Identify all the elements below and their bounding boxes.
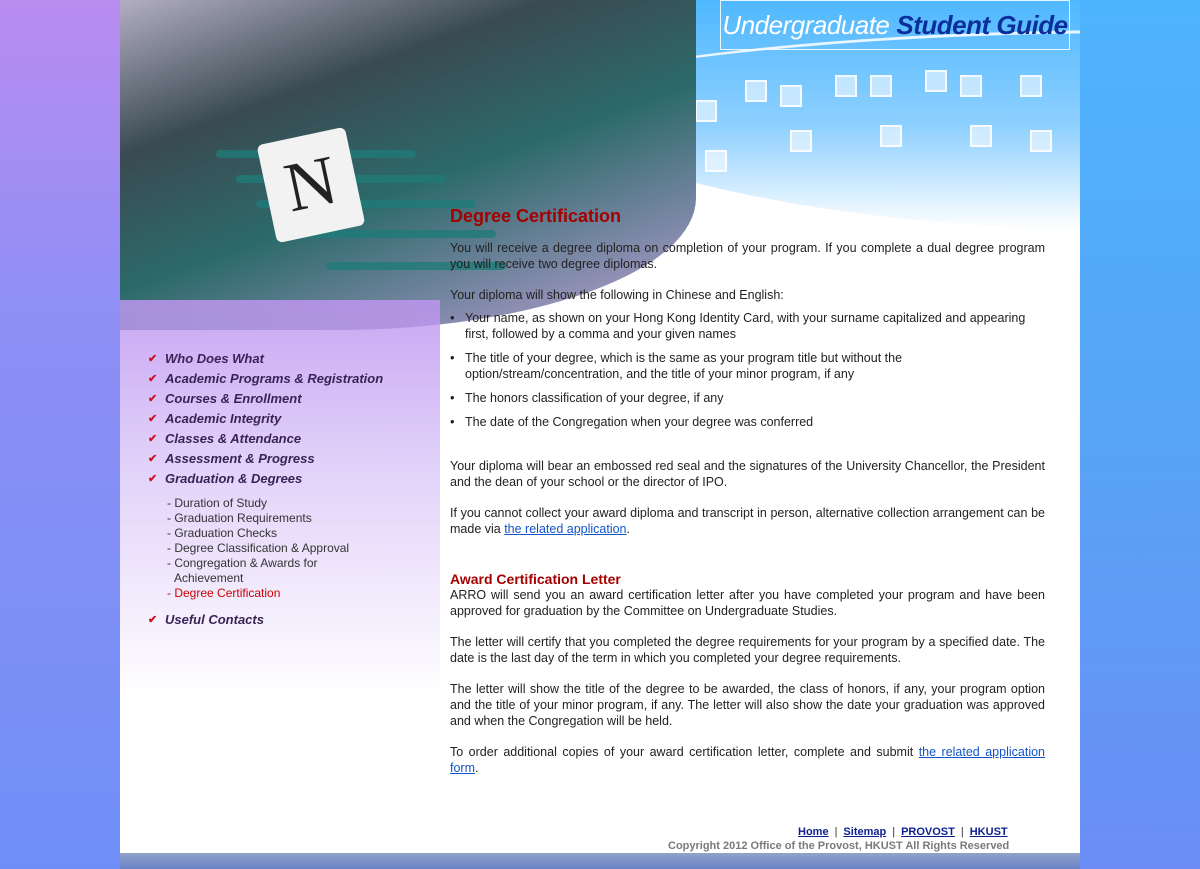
footer-separator: | [960, 826, 964, 838]
page-container: N Undergraduate Student Guide ✔ Who Does… [120, 0, 1080, 855]
nav-item-assessment-progress[interactable]: ✔ Assessment & Progress [148, 448, 428, 468]
nav-item-label: Graduation & Degrees [165, 470, 303, 486]
main-content: Degree Certification You will receive a … [450, 206, 1045, 791]
checkmark-icon: ✔ [148, 352, 158, 365]
paragraph: You will receive a degree diploma on com… [450, 241, 1045, 271]
paragraph: Your diploma will show the following in … [450, 288, 784, 302]
nav-item-label: Useful Contacts [165, 611, 264, 627]
sub-nav: - Duration of Study - Graduation Require… [167, 496, 428, 601]
footer-separator: | [892, 826, 896, 838]
sub-nav-congregation-awards[interactable]: - Congregation & Awards for Achievement [167, 556, 428, 586]
checkmark-icon: ✔ [148, 472, 158, 485]
list-item: The date of the Congregation when your d… [450, 414, 1045, 430]
page-title: Degree Certification [450, 206, 622, 226]
nav-item-label: Courses & Enrollment [165, 390, 302, 406]
paragraph: ARRO will send you an award certificatio… [450, 588, 1045, 618]
nav-item-who-does-what[interactable]: ✔ Who Does What [148, 348, 428, 368]
paragraph: The letter will certify that you complet… [450, 635, 1045, 665]
page-bottom-shadow [120, 853, 1080, 869]
list-item: Your name, as shown on your Hong Kong Id… [450, 310, 1045, 342]
list-item: The honors classification of your degree… [450, 390, 1045, 406]
paragraph: If you cannot collect your award diploma… [450, 505, 1045, 537]
checkmark-icon: ✔ [148, 613, 158, 626]
copyright: Copyright 2012 Office of the Provost, HK… [668, 840, 1010, 852]
nav-item-courses-enrollment[interactable]: ✔ Courses & Enrollment [148, 388, 428, 408]
list-item: The title of your degree, which is the s… [450, 350, 1045, 382]
site-title: Undergraduate Student Guide [720, 0, 1070, 50]
diploma-details-list: Your name, as shown on your Hong Kong Id… [450, 310, 1045, 430]
sidebar-nav: ✔ Who Does What ✔ Academic Programs & Re… [148, 348, 428, 629]
nav-item-label: Academic Programs & Registration [165, 370, 384, 386]
left-background [0, 0, 120, 869]
checkmark-icon: ✔ [148, 452, 158, 465]
footer-hkust-link[interactable]: HKUST [970, 826, 1008, 838]
paragraph: The letter will show the title of the de… [450, 682, 1045, 728]
chair-letter-card: N [256, 126, 366, 244]
footer-separator: | [834, 826, 838, 838]
nav-item-label: Who Does What [165, 350, 264, 366]
nav-item-label: Assessment & Progress [165, 450, 315, 466]
section-heading: Award Certification Letter [450, 571, 621, 587]
nav-item-useful-contacts[interactable]: ✔ Useful Contacts [148, 609, 428, 629]
sub-nav-degree-certification[interactable]: - Degree Certification [167, 586, 428, 601]
site-title-bold: Student Guide [896, 9, 1068, 40]
paragraph-text: . [626, 522, 630, 536]
sub-nav-graduation-checks[interactable]: - Graduation Checks [167, 526, 428, 541]
nav-item-label: Academic Integrity [165, 410, 282, 426]
related-application-link[interactable]: the related application [504, 522, 626, 536]
paragraph: To order additional copies of your award… [450, 744, 1045, 776]
footer-links: Home | Sitemap | PROVOST | HKUST [798, 826, 1068, 838]
checkmark-icon: ✔ [148, 432, 158, 445]
footer-home-link[interactable]: Home [798, 826, 829, 838]
paragraph: Your diploma will bear an embossed red s… [450, 459, 1045, 489]
footer-sitemap-link[interactable]: Sitemap [843, 826, 886, 838]
footer-provost-link[interactable]: PROVOST [901, 826, 955, 838]
paragraph-text: To order additional copies of your award… [450, 745, 919, 759]
nav-item-academic-programs[interactable]: ✔ Academic Programs & Registration [148, 368, 428, 388]
checkmark-icon: ✔ [148, 392, 158, 405]
sub-nav-graduation-requirements[interactable]: - Graduation Requirements [167, 511, 428, 526]
sub-nav-label-continued: Achievement [174, 571, 244, 585]
checkmark-icon: ✔ [148, 412, 158, 425]
checkmark-icon: ✔ [148, 372, 158, 385]
sub-nav-duration-of-study[interactable]: - Duration of Study [167, 496, 428, 511]
nav-item-graduation-degrees[interactable]: ✔ Graduation & Degrees [148, 468, 428, 488]
nav-item-academic-integrity[interactable]: ✔ Academic Integrity [148, 408, 428, 428]
right-background [1080, 0, 1200, 869]
sub-nav-degree-classification[interactable]: - Degree Classification & Approval [167, 541, 428, 556]
paragraph-text: . [475, 761, 479, 775]
sub-nav-label: - Congregation & Awards for [167, 556, 318, 570]
footer: Home | Sitemap | PROVOST | HKUST Copyright 201… [668, 826, 1068, 852]
nav-item-classes-attendance[interactable]: ✔ Classes & Attendance [148, 428, 428, 448]
nav-item-label: Classes & Attendance [165, 430, 302, 446]
site-title-light: Undergraduate [722, 9, 890, 40]
